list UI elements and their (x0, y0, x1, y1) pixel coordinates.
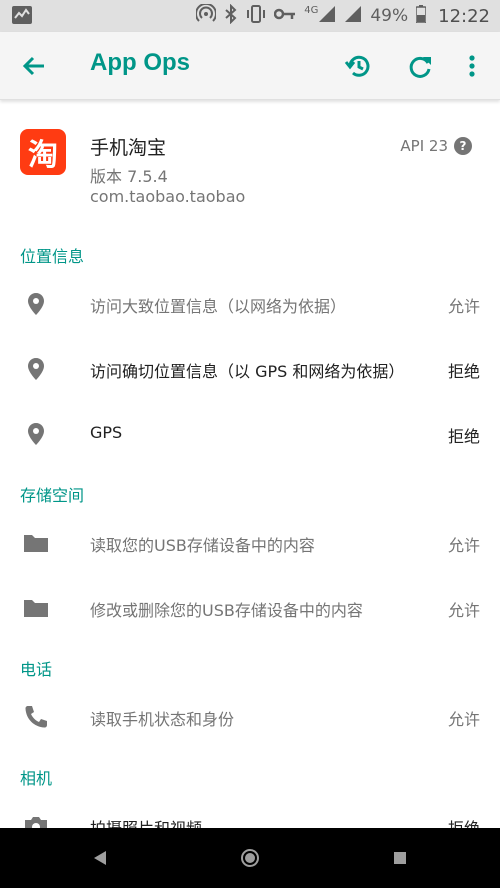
history-icon[interactable] (342, 50, 374, 82)
api-level: API 23 ? (400, 137, 472, 155)
permission-status[interactable]: 拒绝 (448, 815, 480, 828)
permission-status[interactable]: 拒绝 (448, 358, 480, 382)
battery-percent: 49% (370, 6, 409, 26)
location-pin-icon (22, 290, 50, 318)
camera-icon (22, 812, 50, 828)
api-label: API 23 (400, 137, 448, 155)
signal-icon (318, 5, 336, 28)
permission-status[interactable]: 允许 (448, 293, 480, 317)
permission-status[interactable]: 允许 (448, 706, 480, 730)
permission-row[interactable]: GPS 拒绝 (0, 402, 500, 466)
more-options-icon[interactable] (456, 50, 488, 82)
permission-status[interactable]: 允许 (448, 597, 480, 621)
section-title-location: 位置信息 (20, 247, 85, 266)
location-pin-icon (22, 420, 50, 448)
permission-row[interactable]: 访问大致位置信息（以网络为依据） 允许 (0, 272, 500, 336)
permission-row[interactable]: 读取您的USB存储设备中的内容 允许 (0, 511, 500, 575)
taobao-app-icon: 淘 (20, 129, 66, 175)
key-icon (273, 6, 296, 26)
section-title-camera: 相机 (20, 769, 53, 788)
app-ops-content[interactable]: 淘 手机淘宝 版本 7.5.4 com.taobao.taobao API 23… (0, 101, 500, 828)
phone-icon (22, 703, 50, 731)
back-nav-icon[interactable] (88, 846, 112, 870)
folder-icon (22, 594, 50, 622)
status-bar: 4G 49% 12:22 (0, 0, 500, 32)
network-type-label: 4G (304, 5, 319, 16)
permission-label: 读取手机状态和身份 (90, 710, 235, 729)
permission-label: GPS (90, 423, 123, 442)
navigation-bar (0, 828, 500, 888)
page-title: App Ops (90, 49, 190, 76)
section-title-storage: 存储空间 (20, 486, 85, 505)
back-arrow-icon[interactable] (18, 50, 50, 82)
home-nav-icon[interactable] (238, 846, 262, 870)
hotspot-icon (195, 2, 218, 29)
permission-label: 读取您的USB存储设备中的内容 (90, 536, 315, 555)
section-title-phone: 电话 (20, 660, 53, 679)
permission-row[interactable]: 拍摄照片和视频 拒绝 (0, 794, 500, 828)
app-package-name: com.taobao.taobao (90, 187, 246, 206)
refresh-icon[interactable] (404, 50, 436, 82)
vibrate-icon (246, 4, 266, 29)
bluetooth-icon (224, 3, 238, 29)
app-name: 手机淘宝 (90, 137, 167, 159)
permission-label: 修改或删除您的USB存储设备中的内容 (90, 601, 363, 620)
location-pin-icon (22, 355, 50, 383)
app-version: 版本 7.5.4 (90, 167, 168, 186)
folder-icon (22, 529, 50, 557)
recents-nav-icon[interactable] (388, 846, 412, 870)
signal-icon-2 (344, 5, 362, 28)
activity-icon (12, 6, 32, 28)
permission-label: 访问大致位置信息（以网络为依据） (90, 297, 347, 316)
permission-row[interactable]: 修改或删除您的USB存储设备中的内容 允许 (0, 576, 500, 640)
help-icon[interactable]: ? (454, 137, 472, 155)
clock: 12:22 (438, 5, 490, 27)
app-info-header: 淘 手机淘宝 版本 7.5.4 com.taobao.taobao API 23… (0, 101, 500, 231)
permission-row[interactable]: 访问确切位置信息（以 GPS 和网络为依据） 拒绝 (0, 337, 500, 401)
app-bar: App Ops (0, 32, 500, 100)
battery-icon (415, 4, 427, 28)
permission-row[interactable]: 读取手机状态和身份 允许 (0, 685, 500, 749)
permission-label: 访问确切位置信息（以 GPS 和网络为依据） (90, 362, 405, 381)
app-icon-glyph: 淘 (28, 138, 58, 173)
permission-status[interactable]: 拒绝 (448, 423, 480, 447)
permission-status[interactable]: 允许 (448, 532, 480, 556)
permission-label: 拍摄照片和视频 (90, 815, 420, 828)
